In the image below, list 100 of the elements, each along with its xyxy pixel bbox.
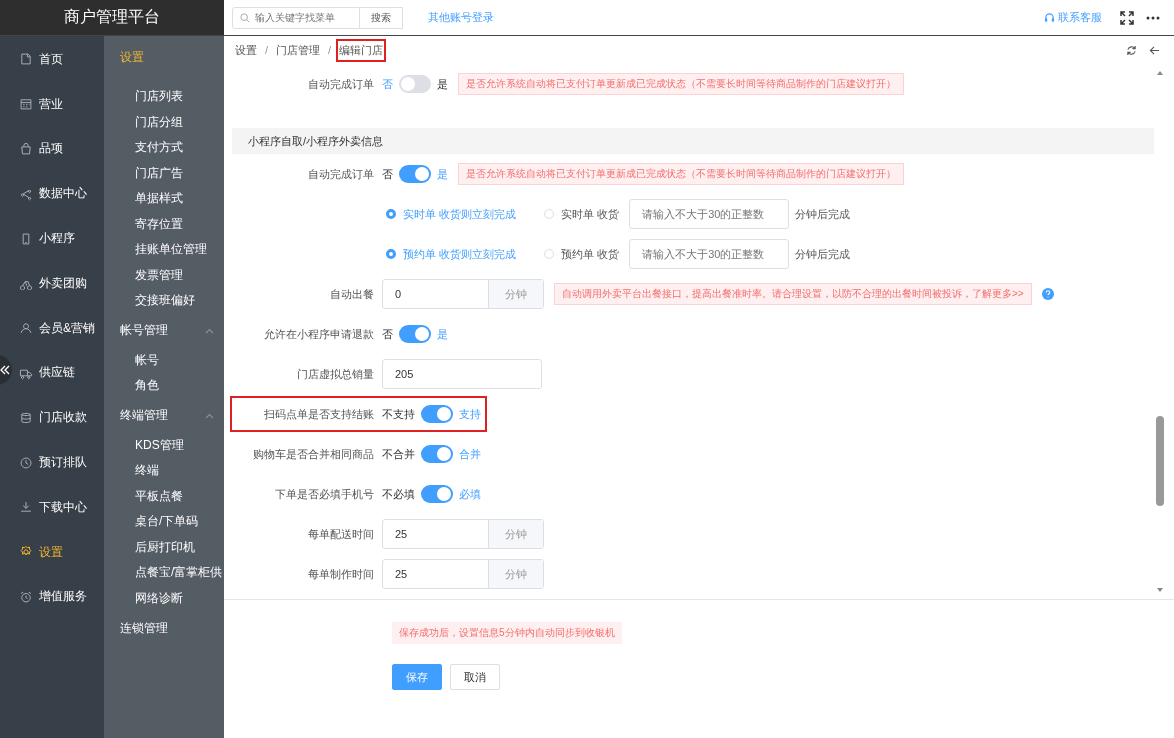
submenu-item[interactable]: 点餐宝/富掌柜供 [104, 560, 224, 586]
submenu-item[interactable]: 桌台/下单码 [104, 509, 224, 535]
headset-icon [1044, 12, 1055, 23]
submenu-item[interactable]: KDS管理 [104, 432, 224, 458]
submenu-item[interactable]: 门店分组 [104, 109, 224, 135]
toggle-switch[interactable] [399, 165, 431, 183]
download-icon [19, 500, 33, 515]
suffix-text: 分钟后完成 [795, 206, 851, 222]
switch-on-label: 是 [437, 326, 448, 342]
sidebar-item[interactable]: 外卖团购 [14, 261, 104, 306]
submenu-item[interactable]: 帐号 [104, 347, 224, 373]
submenu-item[interactable]: 终端 [104, 458, 224, 484]
double-chevron-left-icon [0, 365, 10, 375]
user-icon [19, 321, 33, 336]
field-label: 扫码点单是否支持结账 [263, 406, 375, 422]
toggle-switch[interactable] [399, 325, 431, 343]
bag-icon [19, 142, 33, 156]
sidebar-item[interactable]: 会员&营销 [14, 305, 104, 351]
minutes-input[interactable]: 0 分钟 [382, 279, 544, 309]
submenu-item[interactable]: 挂账单位管理 [104, 237, 224, 263]
hint-tag: 自动调用外卖平台出餐接口，提高出餐准时率。请合理设置，以防不合理的出餐时间被投诉，了解更多>> [554, 283, 1032, 305]
switch-off-label: 否 [382, 326, 393, 342]
breadcrumb-link[interactable]: 门店管理 [273, 38, 324, 62]
switch-on-label: 是 [437, 166, 448, 182]
submenu-item[interactable]: 网络诊断 [104, 585, 224, 611]
search-button[interactable]: 搜索 [360, 6, 403, 29]
scroll-down-arrow-icon[interactable] [1156, 587, 1164, 593]
minutes-input[interactable]: 请输入不大于30的正整数 [629, 239, 790, 269]
sidebar-item[interactable]: 供应链 [14, 350, 104, 396]
help-icon[interactable] [1041, 288, 1054, 300]
field-label: 购物车是否合并相同商品 [252, 446, 375, 462]
sidebar-item[interactable]: 小程序 [14, 216, 104, 261]
fullscreen-icon[interactable] [1120, 10, 1134, 25]
submenu-item[interactable]: 交接班偏好 [104, 288, 224, 314]
submenu-item[interactable]: 发票管理 [104, 262, 224, 288]
field-label: 门店虚拟总销量 [296, 366, 375, 382]
field-label: 允许在小程序申请退款 [263, 326, 375, 342]
sidebar-item[interactable]: 设置 [14, 529, 104, 575]
scroll-up-arrow-icon[interactable] [1156, 70, 1164, 76]
sidebar-item[interactable]: 数据中心 [14, 171, 104, 217]
calendar-icon [19, 97, 33, 112]
submenu-group[interactable]: 终端管理 [104, 398, 224, 433]
section-title: 小程序自取/小程序外卖信息 [248, 133, 384, 149]
field-label: 自动出餐 [329, 286, 375, 302]
switch-off-label: 否 [382, 76, 393, 92]
sidebar-item[interactable]: 品项 [14, 126, 104, 172]
minutes-input[interactable]: 25 分钟 [382, 559, 544, 589]
hint-tag: 是否允许系统自动将已支付订单更新成已完成状态（不需要长时间等待商品制作的门店建议打开） [458, 73, 904, 95]
field-label: 自动完成订单 [307, 76, 375, 92]
more-icon[interactable] [1146, 15, 1160, 20]
field-label: 每单配送时间 [307, 526, 375, 542]
refresh-icon[interactable] [1126, 44, 1137, 56]
submenu-group[interactable]: 连锁管理 [104, 611, 224, 645]
sidebar-item[interactable]: 增值服务 [14, 574, 104, 620]
alarm-clock-icon [19, 589, 33, 604]
switch-off-label: 不合并 [382, 446, 415, 462]
submenu-item[interactable]: 后厨打印机 [104, 534, 224, 560]
scrollbar-thumb[interactable] [1156, 416, 1164, 506]
number-input[interactable]: 205 [382, 359, 542, 389]
switch-on-label: 必填 [459, 486, 481, 502]
switch-off-label: 否 [382, 166, 393, 182]
switch-off-label: 不支持 [382, 406, 415, 422]
radio-option[interactable]: 实时单 收货 [544, 206, 620, 222]
cancel-button[interactable]: 取消 [450, 664, 500, 690]
breadcrumb-separator: / [328, 44, 332, 56]
hint-tag: 是否允许系统自动将已支付订单更新成已完成状态（不需要长时间等待商品制作的门店建议打开） [458, 163, 904, 185]
field-label: 每单制作时间 [307, 566, 375, 582]
search-field[interactable]: 输入关键字找菜单 [232, 6, 360, 29]
breadcrumb-link[interactable]: 设置 [232, 38, 260, 62]
field-label: 自动完成订单 [307, 166, 375, 182]
submenu-item[interactable]: 平板点餐 [104, 483, 224, 509]
toggle-switch[interactable] [421, 405, 453, 423]
suffix-text: 分钟后完成 [795, 246, 851, 262]
back-arrow-icon[interactable] [1149, 44, 1160, 56]
submenu-item[interactable]: 门店广告 [104, 160, 224, 186]
breadcrumb-link[interactable]: 编辑门店 [336, 38, 387, 62]
sync-notice: 保存成功后，设置信息5分钟内自动同步到收银机 [392, 622, 622, 644]
sidebar-item[interactable]: 门店收款 [14, 395, 104, 441]
sidebar-item[interactable]: 下载中心 [14, 484, 104, 530]
submenu-item[interactable]: 支付方式 [104, 135, 224, 161]
caret-icon [205, 412, 214, 419]
submenu-group[interactable]: 设置 [104, 40, 224, 74]
toggle-switch[interactable] [421, 485, 453, 503]
submenu-group[interactable]: 帐号管理 [104, 313, 224, 348]
toggle-switch[interactable] [399, 75, 431, 93]
breadcrumb-separator: / [265, 44, 269, 56]
submenu-item[interactable]: 单据样式 [104, 186, 224, 212]
clock-icon [19, 455, 33, 470]
sidebar-item[interactable]: 营业 [14, 81, 104, 127]
caret-icon [205, 327, 214, 334]
minutes-input[interactable]: 请输入不大于30的正整数 [629, 199, 790, 229]
sidebar-item[interactable]: 预订排队 [14, 440, 104, 485]
sidebar-item[interactable]: 首页 [14, 37, 104, 82]
minutes-input[interactable]: 25 分钟 [382, 519, 544, 549]
database-icon [19, 410, 33, 425]
radio-option[interactable]: 预约单 收货 [544, 246, 620, 262]
submenu-item[interactable]: 角色 [104, 373, 224, 399]
submenu-item[interactable]: 门店列表 [104, 84, 224, 110]
toggle-switch[interactable] [421, 445, 453, 463]
submenu-item[interactable]: 寄存位置 [104, 211, 224, 237]
